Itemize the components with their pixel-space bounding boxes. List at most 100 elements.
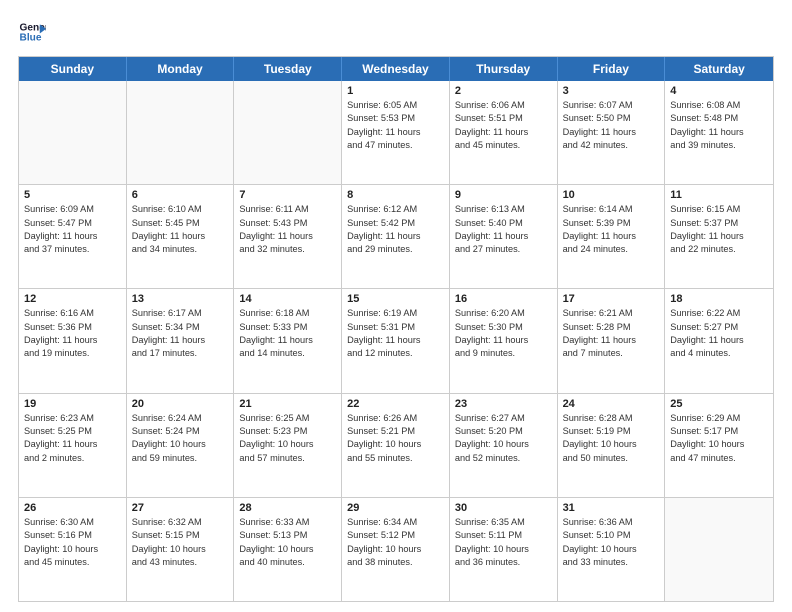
calendar-day-29: 29 Sunrise: 6:34 AM Sunset: 5:12 PM Dayli… <box>342 498 450 601</box>
calendar-day-3: 3 Sunrise: 6:07 AM Sunset: 5:50 PM Daylig… <box>558 81 666 184</box>
calendar-day-27: 27Sunrise: 6:32 AM Sunset: 5:15 PM Dayli… <box>127 498 235 601</box>
calendar-day-1: 1 Sunrise: 6:05 AM Sunset: 5:53 PM Daylig… <box>342 81 450 184</box>
day-number: 5 <box>24 189 121 201</box>
day-info: Sunrise: 6:34 AM Sunset: 5:12 PM Dayligh… <box>347 516 444 569</box>
day-number: 22 <box>347 398 444 410</box>
day-info: Sunrise: 6:05 AM Sunset: 5:53 PM Dayligh… <box>347 99 444 152</box>
day-info: Sunrise: 6:24 AM Sunset: 5:24 PM Dayligh… <box>132 412 229 465</box>
calendar-day-15: 15 Sunrise: 6:19 AM Sunset: 5:31 PM Dayli… <box>342 289 450 392</box>
calendar-day-5: 5 Sunrise: 6:09 AM Sunset: 5:47 PM Daylig… <box>19 185 127 288</box>
calendar-day-7: 7Sunrise: 6:11 AM Sunset: 5:43 PM Daylig… <box>234 185 342 288</box>
day-number: 30 <box>455 502 552 514</box>
day-number: 12 <box>24 293 121 305</box>
day-number: 27 <box>132 502 229 514</box>
header: General Blue <box>18 18 774 46</box>
day-info: Sunrise: 6:11 AM Sunset: 5:43 PM Dayligh… <box>239 203 336 256</box>
day-number: 15 <box>347 293 444 305</box>
day-number: 24 <box>563 398 660 410</box>
calendar-day-8: 8 Sunrise: 6:12 AM Sunset: 5:42 PM Daylig… <box>342 185 450 288</box>
calendar-day-13: 13Sunrise: 6:17 AM Sunset: 5:34 PM Dayli… <box>127 289 235 392</box>
calendar-day-25: 25Sunrise: 6:29 AM Sunset: 5:17 PM Dayli… <box>665 394 773 497</box>
day-info: Sunrise: 6:29 AM Sunset: 5:17 PM Dayligh… <box>670 412 768 465</box>
day-number: 1 <box>347 85 444 97</box>
calendar-row-1: 5 Sunrise: 6:09 AM Sunset: 5:47 PM Daylig… <box>19 185 773 289</box>
day-info: Sunrise: 6:30 AM Sunset: 5:16 PM Dayligh… <box>24 516 121 569</box>
calendar-day-12: 12 Sunrise: 6:16 AM Sunset: 5:36 PM Dayli… <box>19 289 127 392</box>
day-number: 14 <box>239 293 336 305</box>
calendar-day-24: 24 Sunrise: 6:28 AM Sunset: 5:19 PM Dayli… <box>558 394 666 497</box>
day-number: 21 <box>239 398 336 410</box>
calendar-day-28: 28Sunrise: 6:33 AM Sunset: 5:13 PM Dayli… <box>234 498 342 601</box>
calendar-empty-cell <box>234 81 342 184</box>
day-number: 3 <box>563 85 660 97</box>
calendar-row-0: 1 Sunrise: 6:05 AM Sunset: 5:53 PM Daylig… <box>19 81 773 185</box>
logo-icon: General Blue <box>18 18 46 46</box>
calendar-row-2: 12 Sunrise: 6:16 AM Sunset: 5:36 PM Dayli… <box>19 289 773 393</box>
day-info: Sunrise: 6:36 AM Sunset: 5:10 PM Dayligh… <box>563 516 660 569</box>
day-info: Sunrise: 6:20 AM Sunset: 5:30 PM Dayligh… <box>455 307 552 360</box>
day-info: Sunrise: 6:16 AM Sunset: 5:36 PM Dayligh… <box>24 307 121 360</box>
day-info: Sunrise: 6:14 AM Sunset: 5:39 PM Dayligh… <box>563 203 660 256</box>
day-info: Sunrise: 6:08 AM Sunset: 5:48 PM Dayligh… <box>670 99 768 152</box>
calendar-day-16: 16 Sunrise: 6:20 AM Sunset: 5:30 PM Dayli… <box>450 289 558 392</box>
weekday-header-tuesday: Tuesday <box>234 57 342 81</box>
day-info: Sunrise: 6:23 AM Sunset: 5:25 PM Dayligh… <box>24 412 121 465</box>
day-number: 18 <box>670 293 768 305</box>
day-number: 4 <box>670 85 768 97</box>
day-info: Sunrise: 6:22 AM Sunset: 5:27 PM Dayligh… <box>670 307 768 360</box>
calendar-day-17: 17Sunrise: 6:21 AM Sunset: 5:28 PM Dayli… <box>558 289 666 392</box>
logo: General Blue <box>18 18 46 46</box>
day-info: Sunrise: 6:26 AM Sunset: 5:21 PM Dayligh… <box>347 412 444 465</box>
day-info: Sunrise: 6:27 AM Sunset: 5:20 PM Dayligh… <box>455 412 552 465</box>
calendar-header: SundayMondayTuesdayWednesdayThursdayFrid… <box>19 57 773 81</box>
calendar-empty-cell <box>665 498 773 601</box>
weekday-header-wednesday: Wednesday <box>342 57 450 81</box>
day-info: Sunrise: 6:25 AM Sunset: 5:23 PM Dayligh… <box>239 412 336 465</box>
weekday-header-sunday: Sunday <box>19 57 127 81</box>
day-number: 2 <box>455 85 552 97</box>
day-info: Sunrise: 6:10 AM Sunset: 5:45 PM Dayligh… <box>132 203 229 256</box>
day-number: 6 <box>132 189 229 201</box>
calendar-day-4: 4 Sunrise: 6:08 AM Sunset: 5:48 PM Daylig… <box>665 81 773 184</box>
day-info: Sunrise: 6:12 AM Sunset: 5:42 PM Dayligh… <box>347 203 444 256</box>
page: General Blue SundayMondayTuesdayWednesda… <box>0 0 792 612</box>
day-info: Sunrise: 6:21 AM Sunset: 5:28 PM Dayligh… <box>563 307 660 360</box>
day-number: 31 <box>563 502 660 514</box>
calendar-row-4: 26 Sunrise: 6:30 AM Sunset: 5:16 PM Dayli… <box>19 498 773 601</box>
calendar-day-2: 2 Sunrise: 6:06 AM Sunset: 5:51 PM Daylig… <box>450 81 558 184</box>
calendar-day-21: 21 Sunrise: 6:25 AM Sunset: 5:23 PM Dayli… <box>234 394 342 497</box>
calendar-day-20: 20 Sunrise: 6:24 AM Sunset: 5:24 PM Dayli… <box>127 394 235 497</box>
day-info: Sunrise: 6:28 AM Sunset: 5:19 PM Dayligh… <box>563 412 660 465</box>
day-info: Sunrise: 6:06 AM Sunset: 5:51 PM Dayligh… <box>455 99 552 152</box>
calendar: SundayMondayTuesdayWednesdayThursdayFrid… <box>18 56 774 602</box>
calendar-day-26: 26 Sunrise: 6:30 AM Sunset: 5:16 PM Dayli… <box>19 498 127 601</box>
day-number: 26 <box>24 502 121 514</box>
weekday-header-monday: Monday <box>127 57 235 81</box>
day-info: Sunrise: 6:09 AM Sunset: 5:47 PM Dayligh… <box>24 203 121 256</box>
day-number: 11 <box>670 189 768 201</box>
calendar-body: 1 Sunrise: 6:05 AM Sunset: 5:53 PM Daylig… <box>19 81 773 601</box>
day-info: Sunrise: 6:15 AM Sunset: 5:37 PM Dayligh… <box>670 203 768 256</box>
calendar-day-22: 22 Sunrise: 6:26 AM Sunset: 5:21 PM Dayli… <box>342 394 450 497</box>
calendar-day-9: 9Sunrise: 6:13 AM Sunset: 5:40 PM Daylig… <box>450 185 558 288</box>
calendar-day-23: 23 Sunrise: 6:27 AM Sunset: 5:20 PM Dayli… <box>450 394 558 497</box>
weekday-header-saturday: Saturday <box>665 57 773 81</box>
calendar-day-11: 11 Sunrise: 6:15 AM Sunset: 5:37 PM Dayli… <box>665 185 773 288</box>
day-number: 29 <box>347 502 444 514</box>
day-info: Sunrise: 6:07 AM Sunset: 5:50 PM Dayligh… <box>563 99 660 152</box>
day-number: 16 <box>455 293 552 305</box>
day-number: 10 <box>563 189 660 201</box>
day-number: 8 <box>347 189 444 201</box>
day-number: 9 <box>455 189 552 201</box>
day-info: Sunrise: 6:19 AM Sunset: 5:31 PM Dayligh… <box>347 307 444 360</box>
calendar-day-14: 14Sunrise: 6:18 AM Sunset: 5:33 PM Dayli… <box>234 289 342 392</box>
weekday-header-thursday: Thursday <box>450 57 558 81</box>
day-number: 19 <box>24 398 121 410</box>
calendar-day-30: 30 Sunrise: 6:35 AM Sunset: 5:11 PM Dayli… <box>450 498 558 601</box>
day-info: Sunrise: 6:33 AM Sunset: 5:13 PM Dayligh… <box>239 516 336 569</box>
day-number: 23 <box>455 398 552 410</box>
day-number: 13 <box>132 293 229 305</box>
day-number: 20 <box>132 398 229 410</box>
svg-text:Blue: Blue <box>20 33 42 44</box>
day-info: Sunrise: 6:35 AM Sunset: 5:11 PM Dayligh… <box>455 516 552 569</box>
